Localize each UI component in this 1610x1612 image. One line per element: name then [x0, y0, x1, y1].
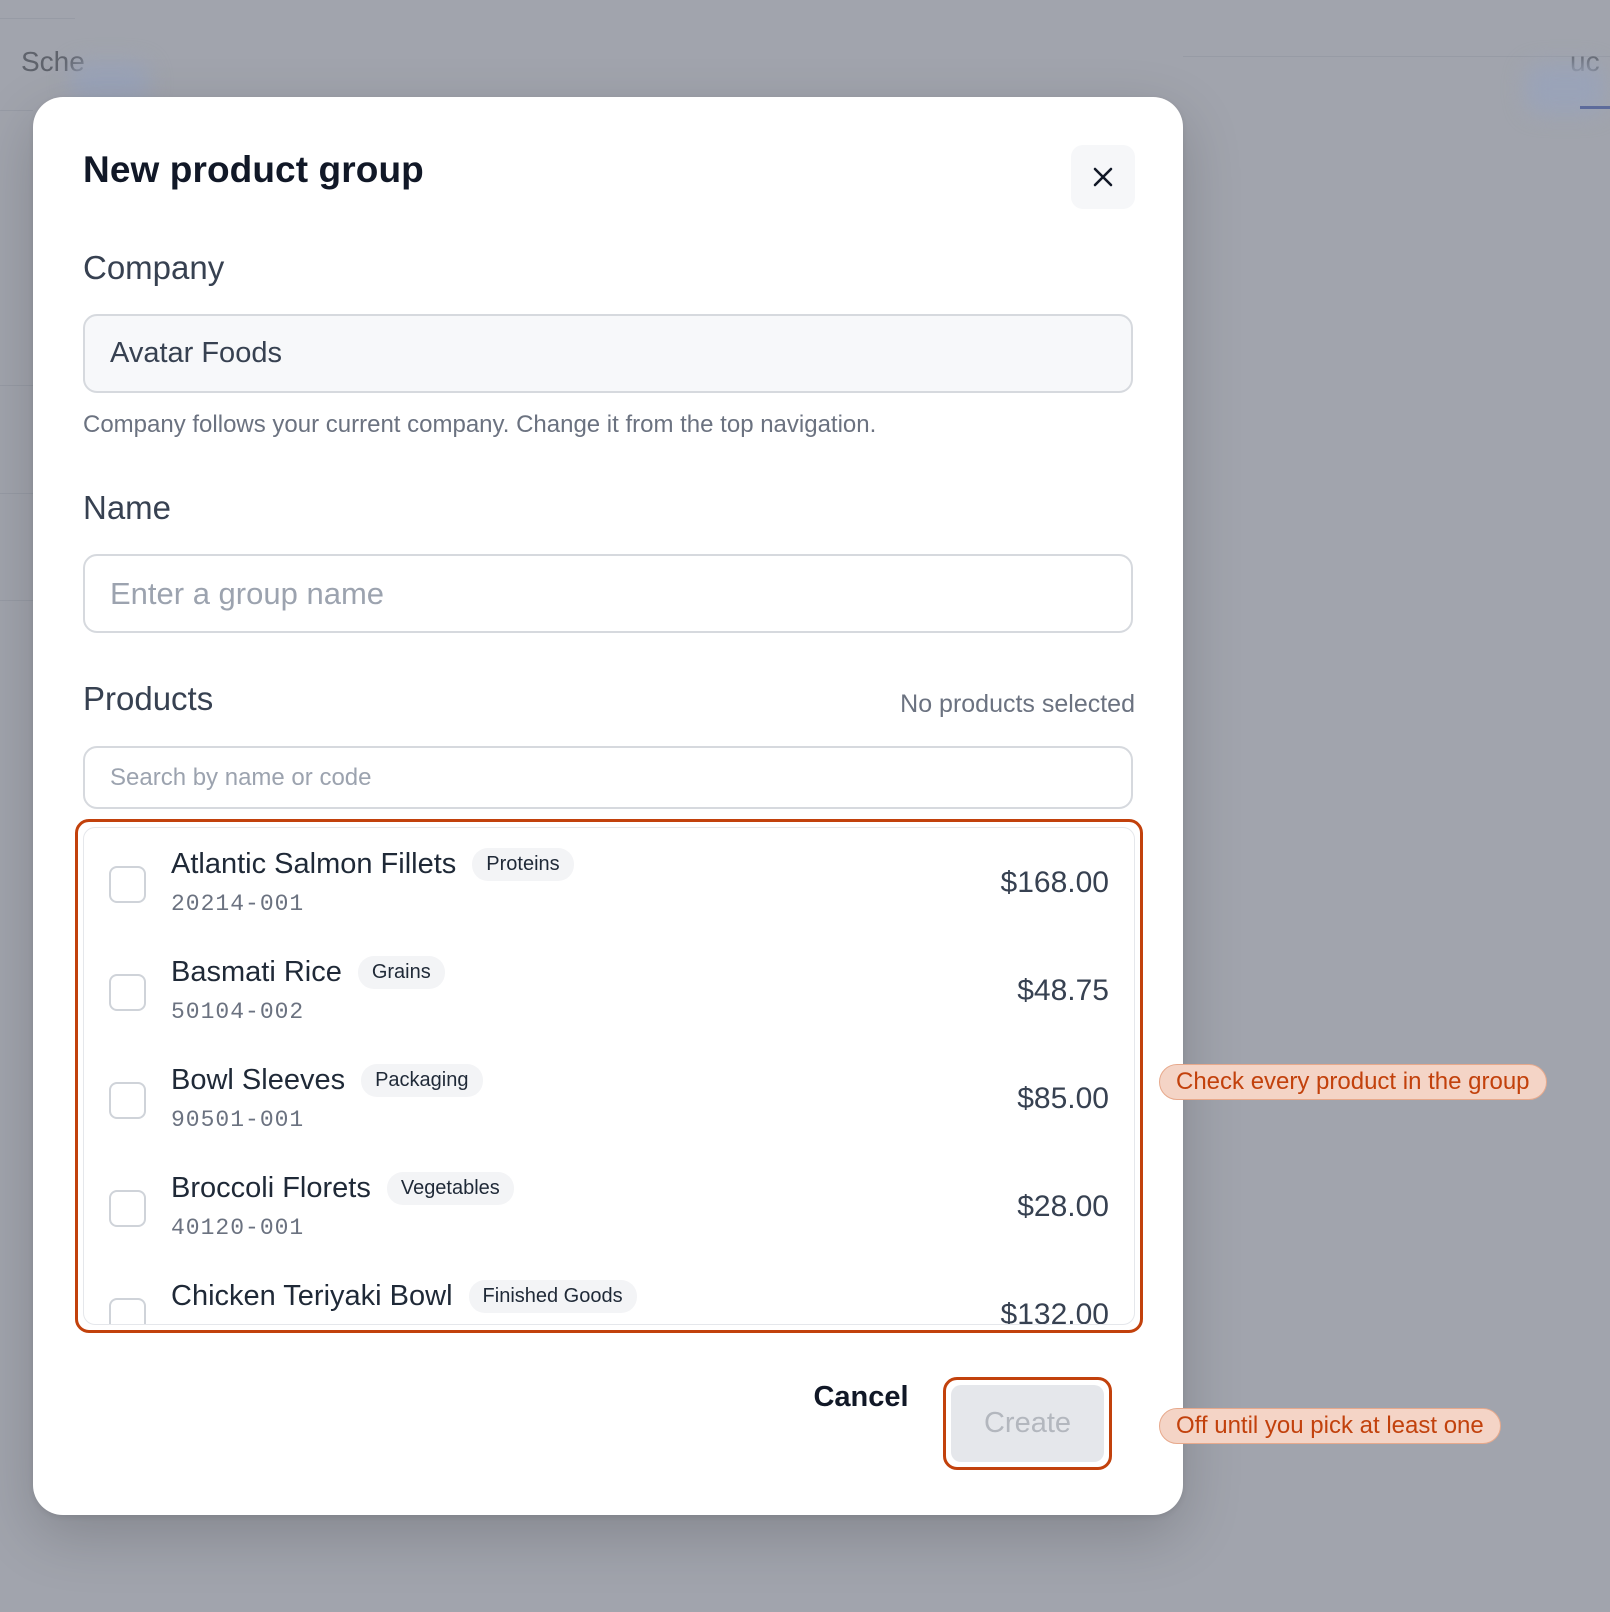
product-name: Broccoli Florets — [171, 1172, 371, 1204]
product-price: $168.00 — [1000, 866, 1109, 899]
product-checkbox[interactable] — [109, 866, 146, 903]
product-name: Atlantic Salmon Fillets — [171, 848, 457, 880]
product-code: 50104-002 — [171, 999, 305, 1025]
bg-divider — [0, 18, 75, 19]
bg-divider — [0, 385, 33, 386]
company-value: Avatar Foods — [110, 337, 282, 369]
company-label: Company — [83, 249, 225, 286]
product-row[interactable]: Basmati Rice Grains 50104-002 $48.75 — [84, 936, 1134, 1044]
product-row[interactable]: Broccoli Florets Vegetables 40120-001 $28… — [84, 1152, 1134, 1260]
product-code: 20214-001 — [171, 891, 305, 917]
product-row[interactable]: Atlantic Salmon Fillets Proteins 20214-00… — [84, 828, 1134, 936]
name-field-wrapper — [83, 554, 1133, 633]
close-button[interactable] — [1071, 145, 1135, 209]
close-icon — [1093, 167, 1113, 187]
product-price: $132.00 — [1000, 1298, 1109, 1325]
product-price: $28.00 — [1017, 1190, 1109, 1223]
product-category-tag: Grains — [357, 956, 445, 989]
product-code: 90501-001 — [171, 1107, 305, 1133]
bg-divider — [0, 600, 33, 601]
new-product-group-dialog: New product group Company Avatar Foods C… — [33, 97, 1183, 1515]
product-name: Bowl Sleeves — [171, 1064, 346, 1096]
product-category-tag: Proteins — [472, 848, 574, 881]
product-category-tag: Finished Goods — [468, 1280, 637, 1313]
product-checkbox[interactable] — [109, 1190, 146, 1227]
product-name: Basmati Rice — [171, 956, 342, 988]
name-input[interactable] — [110, 575, 1131, 612]
product-checkbox[interactable] — [109, 1082, 146, 1119]
create-annotation: Off until you pick at least one — [1159, 1408, 1501, 1444]
product-price: $85.00 — [1017, 1082, 1109, 1115]
bg-divider — [0, 110, 33, 111]
product-price: $48.75 — [1017, 974, 1109, 1007]
cancel-button[interactable]: Cancel — [801, 1367, 921, 1427]
bg-active-tab-underline — [1580, 106, 1610, 109]
list-annotation: Check every product in the group — [1159, 1064, 1547, 1100]
product-list[interactable]: Atlantic Salmon Fillets Proteins 20214-00… — [83, 827, 1135, 1325]
product-code: 40120-001 — [171, 1215, 305, 1241]
product-name: Chicken Teriyaki Bowl — [171, 1280, 453, 1312]
product-checkbox[interactable] — [109, 974, 146, 1011]
product-category-tag: Vegetables — [386, 1172, 514, 1205]
product-row[interactable]: Chicken Teriyaki Bowl Finished Goods 1000… — [84, 1260, 1134, 1325]
name-label: Name — [83, 489, 172, 526]
bg-blur-shape — [70, 62, 150, 102]
bg-divider — [0, 493, 33, 494]
product-category-tag: Packaging — [361, 1064, 483, 1097]
product-search-wrapper — [83, 746, 1133, 809]
product-checkbox[interactable] — [109, 1298, 146, 1324]
create-button[interactable]: Create — [951, 1385, 1104, 1462]
company-help-text: Company follows your current company. Ch… — [83, 411, 877, 438]
selected-count-status: No products selected — [900, 690, 1135, 718]
product-row[interactable]: Bowl Sleeves Packaging 90501-001 $85.00 — [84, 1044, 1134, 1152]
bg-divider — [1183, 56, 1610, 57]
company-field: Avatar Foods — [83, 314, 1133, 393]
product-code: 10001-001 — [171, 1323, 304, 1324]
products-label: Products — [83, 680, 214, 717]
dialog-title: New product group — [83, 149, 424, 190]
product-search-input[interactable] — [110, 763, 1131, 792]
